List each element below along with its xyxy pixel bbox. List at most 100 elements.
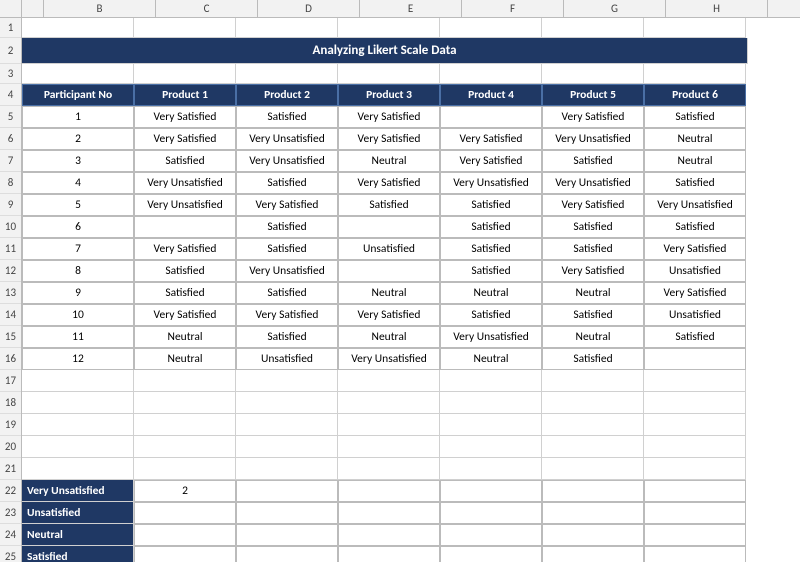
r10-p6: Satisfied (644, 216, 746, 238)
r17-h (644, 370, 746, 392)
header-product6: Product 6 (644, 84, 746, 106)
r20-d (236, 436, 338, 458)
r24-h (644, 524, 746, 546)
row-13: 9 Satisfied Satisfied Neutral Neutral Ne… (22, 282, 800, 304)
r21-h (644, 458, 746, 480)
r21-b (22, 458, 134, 480)
r23-g (542, 502, 644, 524)
r23-e (338, 502, 440, 524)
r7-participant: 3 (22, 150, 134, 172)
row-4-header: 4 (0, 84, 21, 106)
row-8: 4 Very Unsatisfied Satisfied Very Satisf… (22, 172, 800, 194)
r21-e (338, 458, 440, 480)
col-header-b: B (44, 0, 156, 17)
r9-p2: Very Satisfied (236, 194, 338, 216)
r12-p3 (338, 260, 440, 282)
r16-p6 (644, 348, 746, 370)
row-17 (22, 370, 800, 392)
r12-p5: Very Satisfied (542, 260, 644, 282)
r18-b (22, 392, 134, 414)
r8-p2: Satisfied (236, 172, 338, 194)
r19-b (22, 414, 134, 436)
row-5: 1 Very Satisfied Satisfied Very Satisfie… (22, 106, 800, 128)
r1-f (440, 18, 542, 38)
r24-e (338, 524, 440, 546)
r3-d (236, 64, 338, 84)
row-20 (22, 436, 800, 458)
row-2: Analyzing Likert Scale Data (22, 38, 800, 64)
row-22-header: 22 (0, 480, 21, 502)
row-19 (22, 414, 800, 436)
row-3 (22, 64, 800, 84)
r12-p2: Very Unsatisfied (236, 260, 338, 282)
row-12: 8 Satisfied Very Unsatisfied Satisfied V… (22, 260, 800, 282)
row-9-header: 9 (0, 194, 21, 216)
r6-p1: Very Satisfied (134, 128, 236, 150)
r7-p1: Satisfied (134, 150, 236, 172)
r13-participant: 9 (22, 282, 134, 304)
r1-g (542, 18, 644, 38)
r5-p4 (440, 106, 542, 128)
r11-p5: Satisfied (542, 238, 644, 260)
r8-p1: Very Unsatisfied (134, 172, 236, 194)
r12-p6: Unsatisfied (644, 260, 746, 282)
r17-f (440, 370, 542, 392)
r13-p2: Satisfied (236, 282, 338, 304)
r25-d (236, 546, 338, 562)
header-product4: Product 4 (440, 84, 542, 106)
r13-p1: Satisfied (134, 282, 236, 304)
r20-g (542, 436, 644, 458)
header-participant: Participant No (22, 84, 134, 106)
header-product3: Product 3 (338, 84, 440, 106)
r16-p4: Neutral (440, 348, 542, 370)
row-2-header: 2 (0, 38, 21, 64)
r14-p6: Unsatisfied (644, 304, 746, 326)
r21-c (134, 458, 236, 480)
r14-p3: Very Satisfied (338, 304, 440, 326)
row-21-header: 21 (0, 458, 21, 480)
summary-very-unsatisfied-label: Very Unsatisfied (22, 480, 134, 502)
title-cell: Analyzing Likert Scale Data (22, 38, 748, 64)
header-product5: Product 5 (542, 84, 644, 106)
r3-e (338, 64, 440, 84)
r22-g (542, 480, 644, 502)
r6-p4: Very Satisfied (440, 128, 542, 150)
row-16-header: 16 (0, 348, 21, 370)
row-20-header: 20 (0, 436, 21, 458)
r9-p1: Very Unsatisfied (134, 194, 236, 216)
r15-participant: 11 (22, 326, 134, 348)
r7-p6: Neutral (644, 150, 746, 172)
r14-p2: Very Satisfied (236, 304, 338, 326)
r1-d (236, 18, 338, 38)
r1-h (644, 18, 746, 38)
r21-f (440, 458, 542, 480)
summary-neutral-label: Neutral (22, 524, 134, 546)
row-5-header: 5 (0, 106, 21, 128)
r7-p3: Neutral (338, 150, 440, 172)
r3-c (134, 64, 236, 84)
r19-c (134, 414, 236, 436)
r11-p2: Satisfied (236, 238, 338, 260)
r15-p5: Neutral (542, 326, 644, 348)
r11-p4: Satisfied (440, 238, 542, 260)
row-8-header: 8 (0, 172, 21, 194)
row-10: 6 Satisfied Satisfied Satisfied Satisfie… (22, 216, 800, 238)
r15-p1: Neutral (134, 326, 236, 348)
r16-p5: Satisfied (542, 348, 644, 370)
r20-f (440, 436, 542, 458)
r5-p3: Very Satisfied (338, 106, 440, 128)
r23-d (236, 502, 338, 524)
r18-f (440, 392, 542, 414)
row-15: 11 Neutral Satisfied Neutral Very Unsati… (22, 326, 800, 348)
r20-h (644, 436, 746, 458)
r21-d (236, 458, 338, 480)
r9-p3: Satisfied (338, 194, 440, 216)
r9-p5: Very Satisfied (542, 194, 644, 216)
row-4: Participant No Product 1 Product 2 Produ… (22, 84, 800, 106)
r11-participant: 7 (22, 238, 134, 260)
r9-participant: 5 (22, 194, 134, 216)
r17-g (542, 370, 644, 392)
r14-p5: Satisfied (542, 304, 644, 326)
row-11: 7 Very Satisfied Satisfied Unsatisfied S… (22, 238, 800, 260)
r23-f (440, 502, 542, 524)
